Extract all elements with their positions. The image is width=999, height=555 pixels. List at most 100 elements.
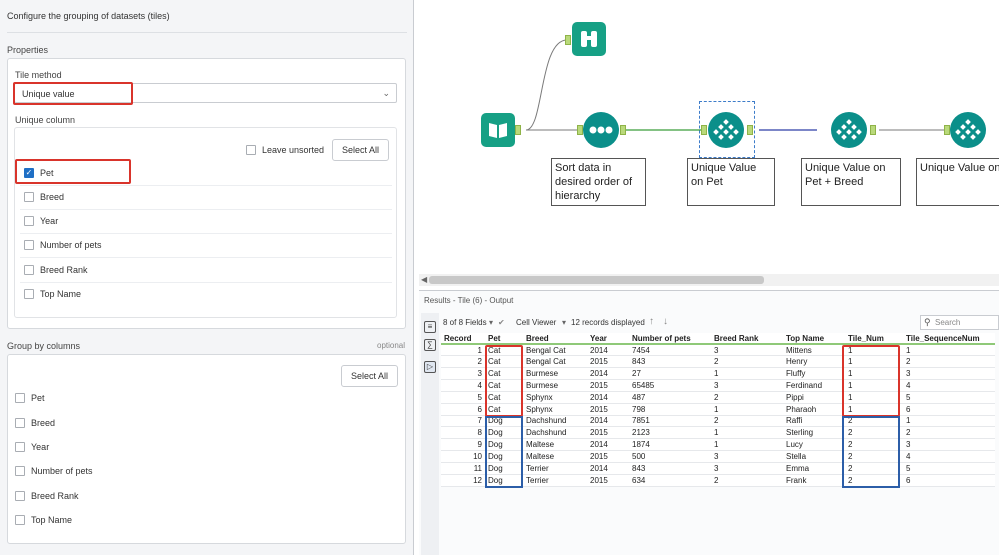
checkbox[interactable]	[15, 491, 25, 501]
scroll-left-icon[interactable]: ◀	[421, 275, 427, 284]
table-cell[interactable]: Lucy	[783, 438, 845, 452]
table-cell[interactable]: 843	[629, 355, 711, 369]
workflow-canvas[interactable]: Sort data in desired order of hierarchy …	[419, 0, 999, 272]
unique-column-option[interactable]: Breed Rank	[24, 260, 88, 280]
table-cell[interactable]: 6	[903, 403, 995, 416]
table-row[interactable]: 5 Cat Sphynx 2014 487 2 Pippi 1 5	[441, 391, 995, 404]
table-cell[interactable]: 10	[441, 450, 485, 463]
table-cell[interactable]: 1	[903, 415, 995, 428]
table-cell[interactable]: Raffi	[783, 415, 845, 428]
table-cell[interactable]: Pippi	[783, 391, 845, 404]
table-cell[interactable]: 2	[711, 391, 783, 404]
table-cell[interactable]: 1874	[629, 438, 711, 452]
table-cell[interactable]: 2014	[587, 415, 629, 428]
table-cell[interactable]: 3	[903, 367, 995, 381]
column-header[interactable]: Breed	[523, 333, 587, 345]
unique-column-option[interactable]: Breed	[24, 187, 64, 207]
table-cell[interactable]: 3	[711, 450, 783, 463]
group-column-option[interactable]: Breed	[15, 413, 55, 433]
table-cell[interactable]: 1	[711, 426, 783, 440]
table-row[interactable]: 12 Dog Terrier 2015 634 2 Frank 2 6	[441, 474, 995, 487]
search-input[interactable]: ⚲ Search	[920, 315, 999, 330]
sort-tool[interactable]	[583, 112, 619, 148]
table-cell[interactable]: 2015	[587, 426, 629, 440]
check-icon[interactable]: ✔	[498, 318, 505, 327]
output-anchor[interactable]	[747, 125, 753, 135]
table-cell[interactable]: Cat	[485, 367, 523, 381]
table-cell[interactable]: Cat	[485, 344, 523, 357]
checkbox[interactable]: ✓	[24, 168, 34, 178]
table-cell[interactable]: 2014	[587, 367, 629, 381]
table-cell[interactable]: Dog	[485, 438, 523, 452]
table-cell[interactable]: Emma	[783, 462, 845, 475]
group-column-option[interactable]: Number of pets	[15, 461, 93, 481]
arrow-up-icon[interactable]: ↑	[649, 316, 654, 327]
checkbox[interactable]	[15, 442, 25, 452]
tile1-note[interactable]: Unique Value on Pet	[687, 158, 775, 206]
table-cell[interactable]: 5	[903, 391, 995, 404]
table-cell[interactable]: 2	[845, 438, 903, 452]
table-cell[interactable]: Dog	[485, 415, 523, 428]
checkbox[interactable]	[15, 418, 25, 428]
cell-viewer-button[interactable]: Cell Viewer	[516, 318, 556, 327]
table-cell[interactable]: 1	[711, 403, 783, 416]
table-cell[interactable]: Maltese	[523, 450, 587, 463]
table-cell[interactable]: 5	[903, 462, 995, 475]
leave-unsorted-option[interactable]: Leave unsorted	[246, 140, 324, 160]
table-row[interactable]: 1 Cat Bengal Cat 2014 7454 3 Mittens 1 1	[441, 344, 995, 357]
cell-viewer-chevron-icon[interactable]: ▾	[562, 318, 566, 327]
table-cell[interactable]: 2014	[587, 462, 629, 475]
table-cell[interactable]: 487	[629, 391, 711, 404]
table-cell[interactable]: 2014	[587, 438, 629, 452]
tile-tool-3[interactable]	[950, 112, 986, 148]
arrow-down-icon[interactable]: ↓	[663, 316, 668, 327]
table-row[interactable]: 7 Dog Dachshund 2014 7851 2 Raffi 2 1	[441, 415, 995, 428]
table-cell[interactable]: 4	[903, 379, 995, 392]
browse-tool[interactable]	[572, 22, 606, 56]
table-cell[interactable]: Cat	[485, 379, 523, 392]
table-cell[interactable]: 2015	[587, 355, 629, 369]
table-cell[interactable]: Bengal Cat	[523, 344, 587, 357]
table-cell[interactable]: 2123	[629, 426, 711, 440]
table-cell[interactable]: 4	[903, 450, 995, 463]
select-all-button[interactable]: Select All	[332, 139, 389, 161]
table-cell[interactable]: Terrier	[523, 474, 587, 487]
table-cell[interactable]: 2	[845, 450, 903, 463]
output-anchor[interactable]	[620, 125, 626, 135]
table-cell[interactable]: 3	[711, 379, 783, 392]
tile-tool-1[interactable]	[708, 112, 744, 148]
table-cell[interactable]: 1	[711, 367, 783, 381]
input-anchor[interactable]	[565, 35, 571, 45]
table-cell[interactable]: 1	[845, 344, 903, 357]
table-cell[interactable]: 5	[441, 391, 485, 404]
column-header[interactable]: Number of pets	[629, 333, 711, 345]
table-cell[interactable]: 27	[629, 367, 711, 381]
table-cell[interactable]: Cat	[485, 355, 523, 369]
table-cell[interactable]: Sterling	[783, 426, 845, 440]
table-cell[interactable]: 1	[845, 355, 903, 369]
table-cell[interactable]: 798	[629, 403, 711, 416]
output-anchor[interactable]	[515, 125, 521, 135]
table-cell[interactable]: 9	[441, 438, 485, 452]
table-row[interactable]: 6 Cat Sphynx 2015 798 1 Pharaoh 1 6	[441, 403, 995, 416]
table-cell[interactable]: 3	[711, 344, 783, 357]
table-cell[interactable]: 2	[845, 415, 903, 428]
table-cell[interactable]: 2	[711, 474, 783, 487]
tile-method-dropdown[interactable]: Unique value ⌄	[14, 83, 397, 103]
column-header[interactable]: Year	[587, 333, 629, 345]
checkbox[interactable]	[24, 216, 34, 226]
checkbox[interactable]	[24, 289, 34, 299]
table-row[interactable]: 4 Cat Burmese 2015 65485 3 Ferdinand 1 4	[441, 379, 995, 392]
column-header[interactable]: Tile_Num	[845, 333, 903, 345]
dropdown-chevron-icon[interactable]: ▾	[489, 318, 493, 327]
checkbox[interactable]	[15, 393, 25, 403]
table-row[interactable]: 8 Dog Dachshund 2015 2123 1 Sterling 2 2	[441, 426, 995, 440]
table-cell[interactable]: Ferdinand	[783, 379, 845, 392]
unique-column-option[interactable]: Number of pets	[24, 235, 102, 255]
table-cell[interactable]: 2015	[587, 450, 629, 463]
table-cell[interactable]: 2	[845, 426, 903, 440]
table-cell[interactable]: 2	[845, 462, 903, 475]
table-cell[interactable]: 11	[441, 462, 485, 475]
table-cell[interactable]: 7851	[629, 415, 711, 428]
table-view-icon[interactable]: ≡	[424, 321, 436, 333]
